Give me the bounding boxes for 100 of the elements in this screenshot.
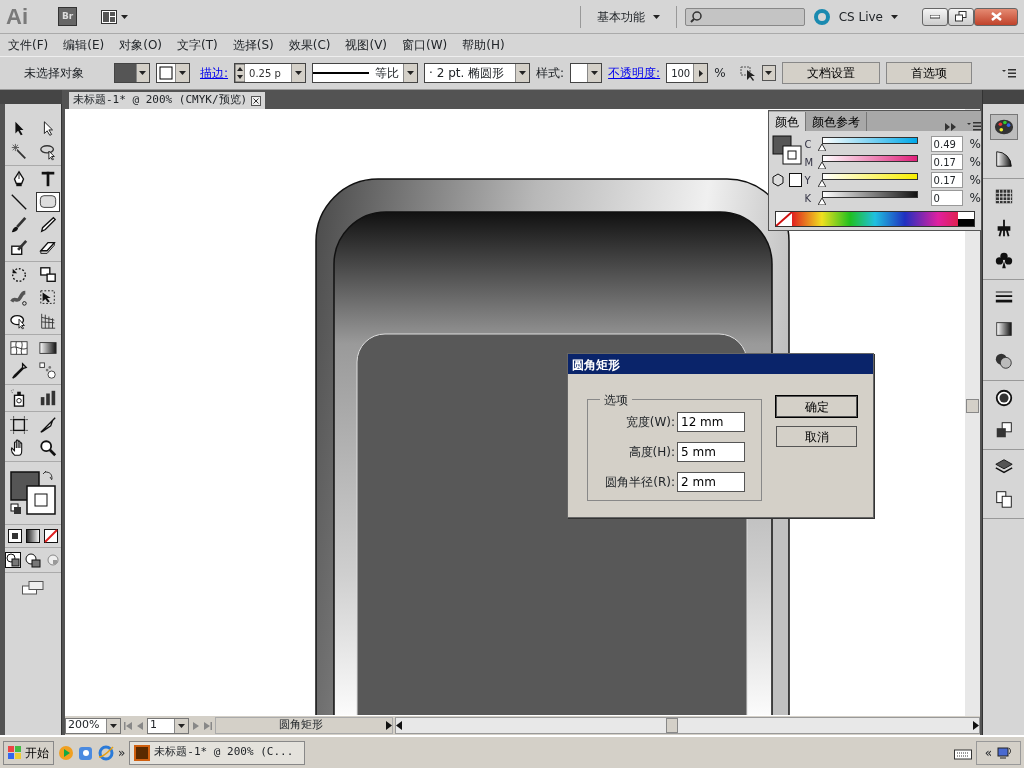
close-icon[interactable] <box>251 95 262 106</box>
value-field[interactable]: 0.49 <box>930 136 963 152</box>
value-field[interactable]: 0.17 <box>930 154 963 170</box>
brush-dropdown[interactable]: · 2 pt. 椭圆形 <box>424 63 531 83</box>
zoom-field[interactable]: 200% <box>65 717 121 734</box>
line-icon <box>9 193 28 211</box>
screen-mode-icon[interactable] <box>22 581 44 595</box>
rounded-rectangle-tool[interactable] <box>35 192 60 212</box>
app-launcher-icon[interactable] <box>78 744 94 761</box>
menu-item[interactable]: 文件(F) <box>8 36 49 54</box>
stroke-color-dropdown[interactable] <box>156 63 190 83</box>
expand-icon[interactable] <box>945 123 957 131</box>
style-dropdown[interactable] <box>570 63 603 83</box>
unit-label: % <box>969 136 981 153</box>
start-button[interactable]: 开始 <box>3 740 54 765</box>
draw-normal-icon[interactable] <box>5 552 21 568</box>
toolbar-button[interactable]: 首选项 <box>885 62 972 84</box>
restore-button[interactable] <box>948 7 974 26</box>
artboard-icon <box>9 416 28 434</box>
menu-item[interactable]: 效果(C) <box>288 36 331 54</box>
horizontal-scrollbar[interactable] <box>395 717 980 734</box>
club-icon <box>993 250 1014 270</box>
app-icon <box>134 744 151 761</box>
scale-icon <box>38 266 57 284</box>
opacity-link[interactable]: 不透明度: <box>608 64 661 82</box>
close-button[interactable] <box>974 7 1018 26</box>
caret-icon <box>121 14 129 19</box>
left-arrow-icon <box>396 721 404 730</box>
slider-thumb[interactable] <box>818 144 827 151</box>
unit-label: % <box>969 172 981 189</box>
bridge-button[interactable]: Br <box>58 6 78 27</box>
minimize-button[interactable] <box>922 7 948 26</box>
menu-item[interactable]: 文字(T) <box>177 36 218 54</box>
menu-item[interactable]: 窗口(W) <box>402 36 448 54</box>
status-menu[interactable]: 圆角矩形 <box>215 717 393 734</box>
group-label: 选项 <box>600 391 632 409</box>
style-label: 样式: <box>536 65 565 82</box>
menu-item[interactable]: 帮助(H) <box>462 36 505 54</box>
cs-live-menu[interactable]: CS Live <box>838 7 898 26</box>
panel-menu-icon[interactable] <box>967 121 981 131</box>
fill-stroke-icon[interactable] <box>771 135 802 165</box>
menu-item[interactable]: 视图(V) <box>345 36 388 54</box>
color-mode-icon[interactable] <box>8 529 22 543</box>
unit-label: % <box>969 154 981 171</box>
shape-builder-icon <box>9 312 28 330</box>
panel-menu-icon[interactable] <box>1002 68 1016 78</box>
dialog-button[interactable]: 确定 <box>776 396 857 417</box>
search-field[interactable] <box>684 7 805 26</box>
menu-item[interactable]: 编辑(E) <box>63 36 105 54</box>
eraser-icon <box>38 239 57 257</box>
blob-brush-icon <box>9 239 28 257</box>
none-mode-icon[interactable] <box>44 529 58 543</box>
input-field[interactable]: 2 mm <box>677 472 745 492</box>
page-field[interactable]: 1 <box>147 717 189 734</box>
panel-button[interactable] <box>989 114 1018 140</box>
caret-icon <box>519 71 527 75</box>
slider-thumb[interactable] <box>817 162 826 169</box>
tray-expand[interactable]: « <box>984 743 992 762</box>
draw-behind-icon[interactable] <box>25 552 41 568</box>
opacity-unit: % <box>714 65 726 82</box>
bar-chart-icon <box>38 389 57 407</box>
value-field[interactable]: 0 <box>930 190 963 206</box>
gradient-mode-icon[interactable] <box>26 529 40 543</box>
fill-stroke-icon[interactable] <box>9 470 57 516</box>
caret-icon <box>765 71 773 75</box>
taskbar-button[interactable]: 未标题-1* @ 200% (C... <box>129 740 306 765</box>
caret-icon <box>110 723 117 728</box>
menu-item[interactable]: 选择(S) <box>232 36 274 54</box>
toolbar-button[interactable]: 文档设置 <box>781 62 880 84</box>
close-icon <box>990 12 1002 21</box>
gradient-square-icon <box>993 319 1014 339</box>
panel-tab[interactable]: 颜色 <box>769 112 806 131</box>
layout-button[interactable] <box>101 9 129 24</box>
more-launchers[interactable]: » <box>118 743 126 762</box>
field-label: 圆角半径(R): <box>605 474 675 491</box>
free-transform-icon <box>38 289 57 307</box>
scroll-thumb[interactable] <box>966 399 979 413</box>
value-field[interactable]: 0.17 <box>930 172 963 188</box>
fill-color-dropdown[interactable] <box>114 63 150 83</box>
isolation-menu[interactable] <box>739 65 776 81</box>
input-field[interactable]: 12 mm <box>677 412 745 432</box>
input-field[interactable]: 5 mm <box>677 442 745 462</box>
workspace-switcher[interactable]: 基本功能 <box>588 7 668 26</box>
color-spectrum[interactable] <box>775 211 975 227</box>
slider-thumb[interactable] <box>817 198 826 205</box>
dialog-button[interactable]: 取消 <box>776 426 857 447</box>
network-icon[interactable] <box>996 745 1012 760</box>
slider-thumb[interactable] <box>817 180 826 187</box>
spinner-icon <box>235 64 246 82</box>
menu-item[interactable]: 对象(O) <box>119 36 163 54</box>
stroke-link[interactable]: 描边: <box>200 64 229 82</box>
stroke-weight-field[interactable]: 0.25 p <box>234 63 307 83</box>
opacity-field[interactable]: 100 <box>666 63 709 83</box>
browser-icon[interactable] <box>98 744 114 761</box>
app-logo: Ai <box>6 3 28 31</box>
scroll-thumb[interactable] <box>666 718 678 733</box>
wand-icon <box>9 143 28 161</box>
unit-label: % <box>969 190 981 207</box>
stroke-profile-dropdown[interactable]: 等比 <box>312 63 419 83</box>
dialog-title: 圆角矩形 <box>568 354 873 374</box>
